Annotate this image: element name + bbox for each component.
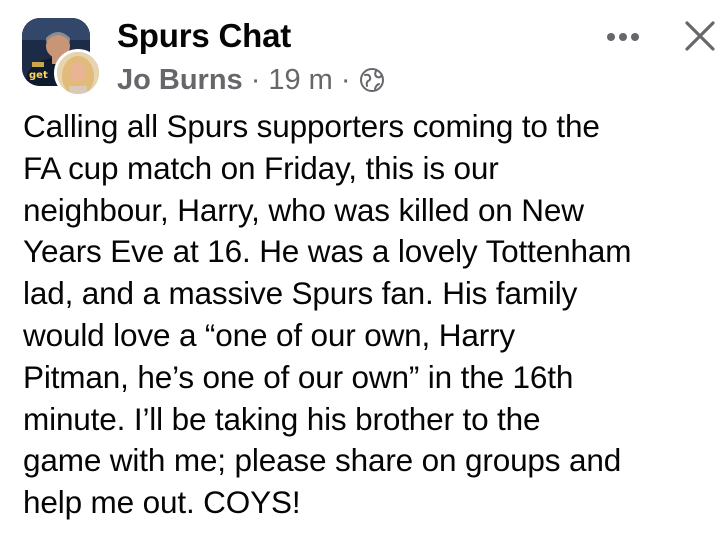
separator-dot: · [250,63,261,96]
post-meta: Jo Burns · 19 m · [117,60,385,100]
user-avatar[interactable] [54,49,102,97]
post-body-text: Calling all Spurs supporters coming to t… [23,108,632,521]
globe-icon [359,67,385,93]
post-card: get Spurs Chat Jo Burns · 19 m · Calling… [0,0,727,559]
separator-dot-2: · [340,63,351,96]
more-horizontal-icon [607,33,639,41]
avatar-stack[interactable]: get [22,18,104,100]
group-avatar-badge: get [29,70,48,81]
close-button[interactable] [678,14,722,58]
close-icon [685,21,715,51]
author-name[interactable]: Jo Burns [117,64,243,97]
user-avatar-image [57,52,99,94]
more-options-button[interactable] [604,22,642,52]
post-time[interactable]: 19 m [268,64,332,97]
group-name[interactable]: Spurs Chat [117,14,291,58]
